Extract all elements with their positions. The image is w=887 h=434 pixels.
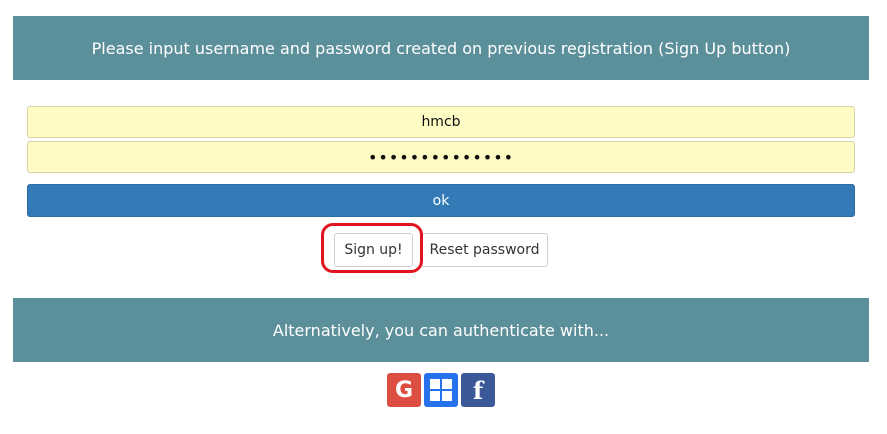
- instruction-text: Please input username and password creat…: [91, 38, 791, 58]
- instruction-banner: Please input username and password creat…: [13, 16, 869, 80]
- alternative-auth-banner: Alternatively, you can authenticate with…: [13, 298, 869, 362]
- windows-login-button[interactable]: [424, 373, 458, 407]
- facebook-icon: f: [472, 375, 484, 405]
- username-field[interactable]: [27, 106, 855, 138]
- google-login-button[interactable]: G: [387, 373, 421, 407]
- password-field[interactable]: [27, 141, 855, 173]
- signup-button-label: Sign up!: [344, 242, 403, 258]
- signup-button[interactable]: Sign up!: [334, 233, 413, 267]
- ok-button-label: ok: [432, 192, 450, 209]
- ok-button[interactable]: ok: [27, 184, 855, 217]
- alternative-auth-text: Alternatively, you can authenticate with…: [272, 320, 610, 340]
- windows-icon: [430, 379, 452, 401]
- reset-password-button[interactable]: Reset password: [421, 233, 548, 267]
- google-icon: G: [394, 377, 414, 403]
- facebook-login-button[interactable]: f: [461, 373, 495, 407]
- reset-password-label: Reset password: [429, 242, 540, 258]
